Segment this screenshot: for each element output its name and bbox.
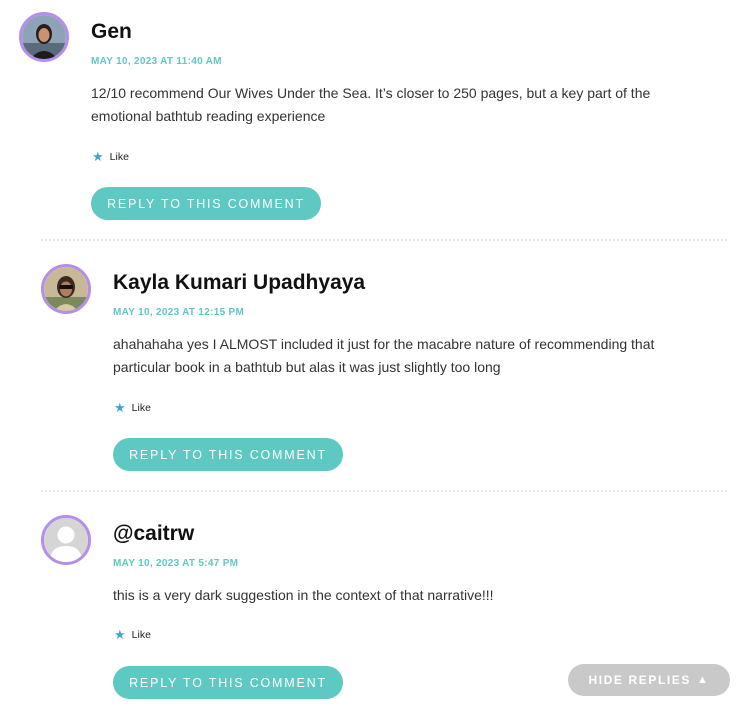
like-label: Like xyxy=(131,629,151,641)
comment-text-line: 12/10 recommend Our Wives Under the Sea.… xyxy=(91,85,651,101)
like-button[interactable]: ★ Like xyxy=(92,149,129,164)
comment-date[interactable]: MAY 10, 2023 AT 5:47 PM xyxy=(113,558,238,569)
comment-text-line: particular book in a bathtub but alas it… xyxy=(113,359,501,375)
avatar-photo-gen xyxy=(22,15,66,59)
hide-replies-label: HIDE REPLIES xyxy=(588,673,692,687)
comment-divider xyxy=(41,239,727,241)
comment-date[interactable]: MAY 10, 2023 AT 12:15 PM xyxy=(113,307,244,318)
like-button[interactable]: ★ Like xyxy=(114,627,151,642)
comment-text: ahahahaha yes I ALMOST included it just … xyxy=(113,333,713,379)
like-label: Like xyxy=(131,402,151,414)
triangle-up-icon: ▲ xyxy=(697,674,710,686)
reply-button[interactable]: REPLY TO THIS COMMENT xyxy=(113,438,343,471)
comment-date[interactable]: MAY 10, 2023 AT 11:40 AM xyxy=(91,56,222,67)
star-icon: ★ xyxy=(114,400,126,415)
star-icon: ★ xyxy=(92,149,104,164)
comment-text-line: emotional bathtub reading experience xyxy=(91,108,326,124)
comment-text: 12/10 recommend Our Wives Under the Sea.… xyxy=(91,82,691,128)
avatar-photo-kayla xyxy=(44,267,88,311)
reply-button[interactable]: REPLY TO THIS COMMENT xyxy=(113,666,343,699)
comment-text-line: this is a very dark suggestion in the co… xyxy=(113,587,494,603)
comment-text: this is a very dark suggestion in the co… xyxy=(113,584,713,607)
comment-text-line: ahahahaha yes I ALMOST included it just … xyxy=(113,336,655,352)
reply-button[interactable]: REPLY TO THIS COMMENT xyxy=(91,187,321,220)
comment-author[interactable]: Gen xyxy=(91,20,132,44)
avatar[interactable] xyxy=(41,264,91,314)
comment-author[interactable]: Kayla Kumari Upadhyaya xyxy=(113,271,365,295)
comment-divider xyxy=(41,490,727,492)
like-label: Like xyxy=(109,151,129,163)
comment-author[interactable]: @caitrw xyxy=(113,522,194,546)
like-button[interactable]: ★ Like xyxy=(114,400,151,415)
avatar[interactable] xyxy=(41,515,91,565)
star-icon: ★ xyxy=(114,627,126,642)
hide-replies-button[interactable]: HIDE REPLIES ▲ xyxy=(568,664,730,696)
default-user-icon xyxy=(44,518,88,562)
avatar[interactable] xyxy=(19,12,69,62)
